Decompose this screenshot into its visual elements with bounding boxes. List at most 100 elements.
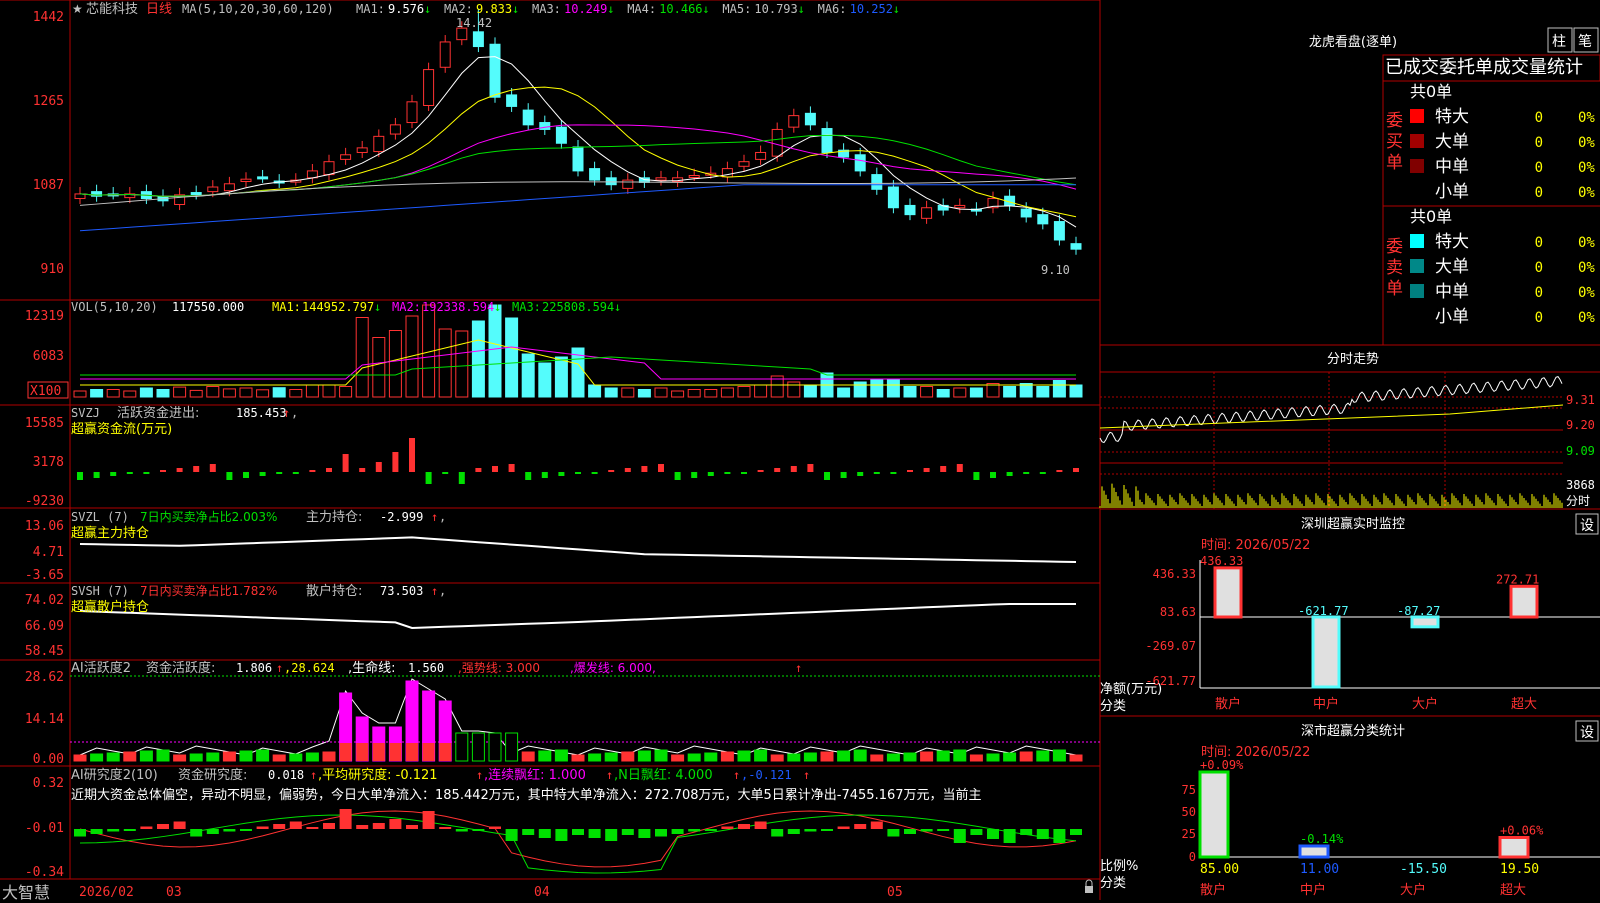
ai-activity-bar <box>787 753 801 762</box>
ai-research-bar <box>970 829 983 835</box>
candle-body <box>605 177 617 186</box>
svzj-bar <box>907 470 913 472</box>
ai-activity-bar <box>803 752 817 762</box>
ss-tick: 0 <box>1189 850 1196 864</box>
ai-activity-bar <box>936 750 950 762</box>
vertical-label-char: 单 <box>1386 279 1403 299</box>
ai-research-bar <box>140 826 153 829</box>
candle-body <box>771 128 783 157</box>
vol-legend-arrow: ↓ <box>494 300 501 314</box>
sz-bar <box>1509 584 1539 619</box>
volume-bar <box>106 389 120 398</box>
ai-research-bar <box>887 829 900 837</box>
row-pct: 0% <box>1578 235 1595 251</box>
row-count: 0 <box>1535 310 1543 326</box>
svzj-bar <box>226 472 233 480</box>
volume-bar <box>837 387 851 398</box>
ss-bar <box>1498 836 1530 859</box>
svzj-bar <box>442 472 449 474</box>
candlestick-series <box>74 8 1082 255</box>
sz-bar-value: -621.77 <box>1298 604 1349 618</box>
row-pct: 0% <box>1578 185 1595 201</box>
ai-activity-bar <box>554 749 568 762</box>
ai1-value: 1.806 <box>236 661 272 675</box>
lhb-tab[interactable]: 已成交委托单成交量统计 <box>1385 57 1583 78</box>
candle-body <box>506 94 518 107</box>
svsh-ratio: 7日内买卖净占比1.782% <box>140 583 277 598</box>
ai-activity-bar <box>571 754 585 762</box>
ai-research-bar <box>671 829 684 834</box>
vol-legend-value: 144952.797 <box>302 300 374 314</box>
volume-bar <box>123 390 137 398</box>
sz-bar <box>1311 615 1341 689</box>
volume-bar <box>289 389 303 398</box>
ai-activity-bar <box>272 754 286 762</box>
ai-activity-bar <box>173 754 187 762</box>
row-name: 小单 <box>1435 182 1469 202</box>
candle-body <box>489 43 501 98</box>
ss-settings-label: 设 <box>1580 725 1594 741</box>
ai-research-bar <box>455 829 468 832</box>
volume-bar <box>355 317 369 398</box>
svzj-bar <box>840 472 847 478</box>
volume-bar <box>1036 386 1050 398</box>
ss-value: -15.50 <box>1400 862 1447 877</box>
ai-research-bar <box>173 821 186 829</box>
ss-title: 深市超赢分类统计 <box>1301 723 1405 739</box>
candle-body <box>539 122 551 130</box>
ai-activity-bar <box>1052 749 1066 762</box>
buy-side-label: 委买单 <box>1386 111 1403 173</box>
ai-activity-bar <box>770 754 784 762</box>
volume-bar <box>787 381 801 398</box>
stock-chart-canvas[interactable]: ★ 芯能科技 日线 MA(5,10,20,30,60,120) MA1: 9.57… <box>0 0 1600 900</box>
svzj-bar <box>824 472 830 480</box>
svzj-bar <box>973 472 980 480</box>
ai-research-bar <box>157 824 169 829</box>
ma-legend-arrow: ↓ <box>607 2 614 16</box>
ss-bar <box>1298 844 1330 859</box>
ai-research-bar <box>123 829 136 831</box>
fs-vol: 3868 <box>1566 478 1595 492</box>
svzl-title: SVZL (7) <box>71 510 129 524</box>
row-pct: 0% <box>1578 310 1595 326</box>
intraday-chart[interactable] <box>1099 372 1564 509</box>
volume-bar <box>554 356 568 398</box>
ai-research-bar <box>655 829 667 837</box>
ai-research-green-line <box>79 814 1077 874</box>
ai-activity-bar <box>588 753 602 762</box>
ai-activity-base <box>356 743 369 761</box>
ai1-burst: ,爆发线: 6.000, <box>570 660 656 675</box>
ai2-tick: -0.01 <box>25 821 64 836</box>
ai-research-bar <box>572 829 584 835</box>
period-label[interactable]: 日线 <box>146 2 172 17</box>
row-count: 0 <box>1535 160 1543 176</box>
ai-activity-base <box>422 743 435 761</box>
svzj-bar <box>209 464 216 472</box>
legend-swatch <box>1410 159 1424 173</box>
volume-bar <box>488 304 502 398</box>
volume-bar <box>853 381 867 398</box>
ma-legend-label: MA4: <box>627 2 656 16</box>
svzj-bar <box>392 452 399 472</box>
svzj-bar <box>691 472 698 478</box>
candle-body <box>804 112 816 126</box>
ai-activity-bar <box>1069 754 1083 762</box>
ai-activity-bar <box>704 752 718 762</box>
ss-tick: 75 <box>1182 783 1196 797</box>
vol-legend-value: 225808.594 <box>542 300 614 314</box>
volume-bar <box>305 384 319 398</box>
volume-bar <box>803 384 817 398</box>
ai-activity-base <box>339 743 352 761</box>
volume-bar <box>1003 386 1017 398</box>
ai-research-bar <box>804 829 817 832</box>
volume-bar <box>621 387 635 398</box>
ai-activity-bar <box>604 752 618 762</box>
fs-unit: 分时 <box>1566 494 1590 508</box>
svzj-bar <box>591 472 598 474</box>
ai-research-bar <box>605 829 618 841</box>
legend-swatch <box>1410 284 1424 298</box>
svsh-comma: , <box>439 584 446 598</box>
ai-research-bar <box>406 825 418 829</box>
ai1-strong: ,强势线: 3.000 <box>458 661 540 675</box>
candle-body <box>555 126 567 144</box>
